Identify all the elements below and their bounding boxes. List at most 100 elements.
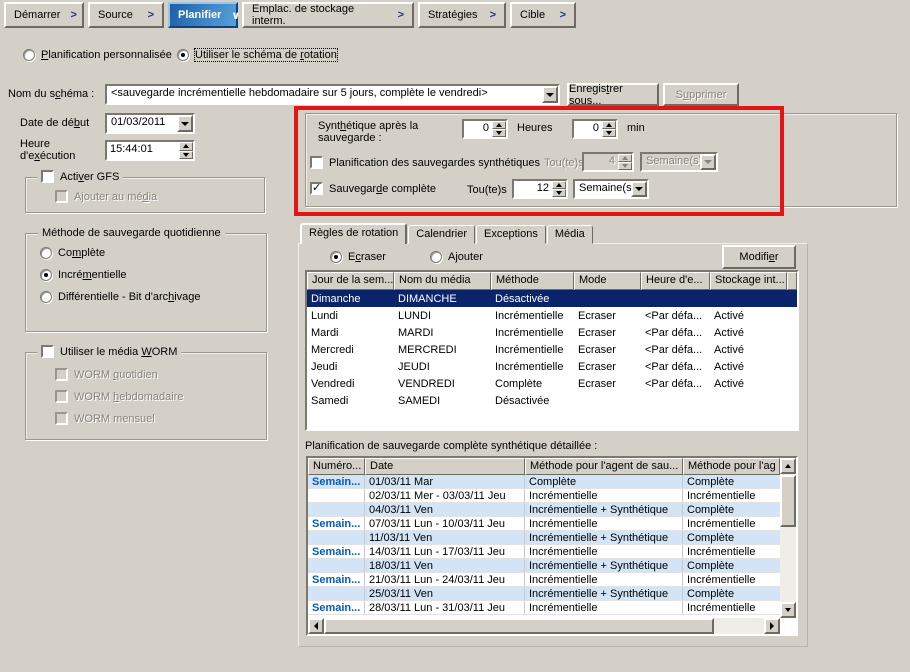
column-header-agent-method-2[interactable]: Méthode pour l'ag (683, 458, 780, 475)
spin-down-button[interactable] (618, 162, 632, 170)
scroll-up-button[interactable] (780, 458, 796, 474)
worm-weekly-checkbox[interactable]: WORM hebdomadaire (55, 390, 183, 403)
detail-table-row[interactable]: 11/03/11 VenIncrémentielle + Synthétique… (308, 531, 780, 545)
spin-up-button[interactable] (602, 121, 616, 129)
tab-emplacement-stockage[interactable]: Emplac. de stockage interm. > (242, 2, 414, 28)
rotation-table-row[interactable]: VendrediVENDREDIComplèteEcraser<Par défa… (307, 375, 797, 392)
start-date-combo[interactable]: 01/03/2011 (105, 113, 195, 134)
spin-down-button[interactable] (179, 151, 193, 160)
tab-demarrer[interactable]: Démarrer > (4, 2, 84, 28)
synthetic-plan-every-spinner[interactable]: 4 (582, 152, 634, 172)
rotation-table-row[interactable]: DimancheDIMANCHEDésactivée (307, 290, 797, 307)
radio-icon (40, 269, 52, 281)
rotation-table-row[interactable]: SamediSAMEDIDésactivée (307, 392, 797, 409)
spin-up-button[interactable] (618, 154, 632, 162)
column-header-day[interactable]: Jour de la sem... (307, 272, 394, 290)
method-differential-radio[interactable]: Différentielle - Bit d'archivage (40, 291, 201, 303)
scrollbar-thumb[interactable] (324, 618, 714, 634)
detail-table-row[interactable]: Semain...21/03/11 Lun - 24/03/11 JeuIncr… (308, 573, 780, 587)
synthetic-plan-unit-combo[interactable]: Semaine(s) (640, 152, 718, 172)
full-backup-unit-combo[interactable]: Semaine(s) (573, 179, 649, 199)
vertical-scrollbar[interactable] (780, 458, 796, 618)
column-header-media-name[interactable]: Nom du média (394, 272, 491, 290)
rotation-table-row[interactable]: LundiLUNDIIncrémentielleEcraser<Par défa… (307, 307, 797, 324)
spin-down-button[interactable] (552, 189, 566, 197)
radio-icon (40, 291, 52, 303)
worm-monthly-checkbox[interactable]: WORM mensuel (55, 412, 155, 425)
tab-cible[interactable]: Cible > (510, 2, 576, 28)
chevron-down-icon (704, 160, 712, 164)
radio-icon (23, 49, 35, 61)
worm-daily-checkbox[interactable]: WORM quotidien (55, 368, 158, 381)
synthetic-plan-checkbox[interactable]: Planification des sauvegardes synthétiqu… (310, 156, 584, 169)
custom-plan-radio[interactable]: Planification personnalisée (23, 49, 172, 61)
synthetic-min-spinner[interactable]: 0 (572, 119, 618, 139)
dropdown-button[interactable] (542, 86, 558, 103)
tab-source[interactable]: Source > (88, 2, 164, 28)
full-backup-label: Sauvegarde complète (329, 183, 436, 195)
schema-name-combo[interactable]: <sauvegarde incrémentielle hebdomadaire … (105, 84, 560, 105)
column-header-method[interactable]: Méthode (491, 272, 574, 290)
full-backup-unit-value: Semaine(s) (575, 181, 631, 197)
dropdown-button[interactable] (700, 154, 716, 170)
tab-strategies[interactable]: Stratégies > (418, 2, 506, 28)
dropdown-button[interactable] (631, 181, 647, 197)
full-backup-checkbox[interactable]: Sauvegarde complète (310, 182, 436, 195)
detail-table-row[interactable]: 18/03/11 VenIncrémentielle + Synthétique… (308, 559, 780, 573)
rotation-table-row[interactable]: MercrediMERCREDIIncrémentielleEcraser<Pa… (307, 341, 797, 358)
detail-table-row[interactable]: 02/03/11 Mer - 03/03/11 JeuIncrémentiell… (308, 489, 780, 503)
full-backup-every-spinner[interactable]: 12 (512, 179, 568, 199)
start-time-spinner[interactable]: 15:44:01 (105, 140, 195, 161)
detail-table-row[interactable]: Semain...28/03/11 Lun - 31/03/11 JeuIncr… (308, 601, 780, 615)
tab-media[interactable]: Média (547, 225, 593, 244)
down-arrow-icon (183, 153, 189, 157)
dropdown-button[interactable] (177, 115, 193, 132)
save-as-button[interactable]: Enregistrer sous... (567, 83, 659, 106)
method-incremental-radio[interactable]: Incrémentielle (40, 269, 127, 281)
gfs-enable-checkbox[interactable]: Activer GFS (37, 170, 123, 183)
column-header-staging[interactable]: Stockage int... (710, 272, 787, 290)
detail-table-row[interactable]: Semain...07/03/11 Lun - 10/03/11 JeuIncr… (308, 517, 780, 531)
spin-up-button[interactable] (552, 181, 566, 189)
up-arrow-icon (556, 183, 562, 187)
synthetic-hours-spinner[interactable]: 0 (462, 119, 508, 139)
scroll-left-button[interactable] (308, 618, 324, 634)
spin-up-button[interactable] (492, 121, 506, 129)
spin-down-button[interactable] (602, 129, 616, 137)
up-arrow-icon (496, 123, 502, 127)
chevron-down-icon: ∨ (231, 9, 240, 22)
scroll-right-button[interactable] (764, 618, 780, 634)
delete-button[interactable]: Supprimer (663, 83, 739, 106)
detail-table-row[interactable]: 04/03/11 VenIncrémentielle + Synthétique… (308, 503, 780, 517)
horizontal-scrollbar[interactable] (308, 618, 780, 634)
scrollbar-thumb[interactable] (780, 475, 796, 527)
gfs-append-checkbox[interactable]: Ajouter au média (55, 190, 157, 203)
tab-exceptions[interactable]: Exceptions (476, 225, 546, 244)
detail-table-row[interactable]: Semain...01/03/11 MarComplèteComplète (308, 475, 780, 489)
table-cell: Ecraser (574, 310, 641, 322)
table-cell: Incrémentielle (683, 545, 780, 558)
synthetic-plan-every-label: Tou(te)s (544, 157, 584, 169)
tab-calendrier[interactable]: Calendrier (408, 225, 475, 244)
synthetic-plan-unit-value: Semaine(s) (642, 154, 700, 170)
modify-button[interactable]: Modifier (722, 245, 796, 269)
scroll-down-button[interactable] (780, 602, 796, 618)
method-complete-radio[interactable]: Complète (40, 247, 105, 259)
tab-regles-de-rotation[interactable]: Règles de rotation (300, 223, 407, 244)
column-header-time[interactable]: Heure d'e... (641, 272, 710, 290)
append-radio[interactable]: Ajouter (430, 251, 483, 263)
spin-down-button[interactable] (492, 129, 506, 137)
column-header-date[interactable]: Date (365, 458, 525, 475)
rotation-table-row[interactable]: MardiMARDIIncrémentielleEcraser<Par défa… (307, 324, 797, 341)
detail-table-row[interactable]: Semain...14/03/11 Lun - 17/03/11 JeuIncr… (308, 545, 780, 559)
column-header-mode[interactable]: Mode (574, 272, 641, 290)
column-header-agent-method[interactable]: Méthode pour l'agent de sau... (525, 458, 683, 475)
column-header-number[interactable]: Numéro... (308, 458, 365, 475)
detail-table-row[interactable]: 25/03/11 VenIncrémentielle + Synthétique… (308, 587, 780, 601)
worm-enable-checkbox[interactable]: Utiliser le média WORM (37, 345, 181, 358)
rotation-plan-radio[interactable]: Utiliser le schéma de rotation (177, 49, 337, 61)
overwrite-radio[interactable]: Ecraser (330, 251, 386, 263)
spin-up-button[interactable] (179, 142, 193, 151)
tab-planifier[interactable]: Planifier ∨ (168, 2, 238, 28)
rotation-table-row[interactable]: JeudiJEUDIIncrémentielleEcraser<Par défa… (307, 358, 797, 375)
